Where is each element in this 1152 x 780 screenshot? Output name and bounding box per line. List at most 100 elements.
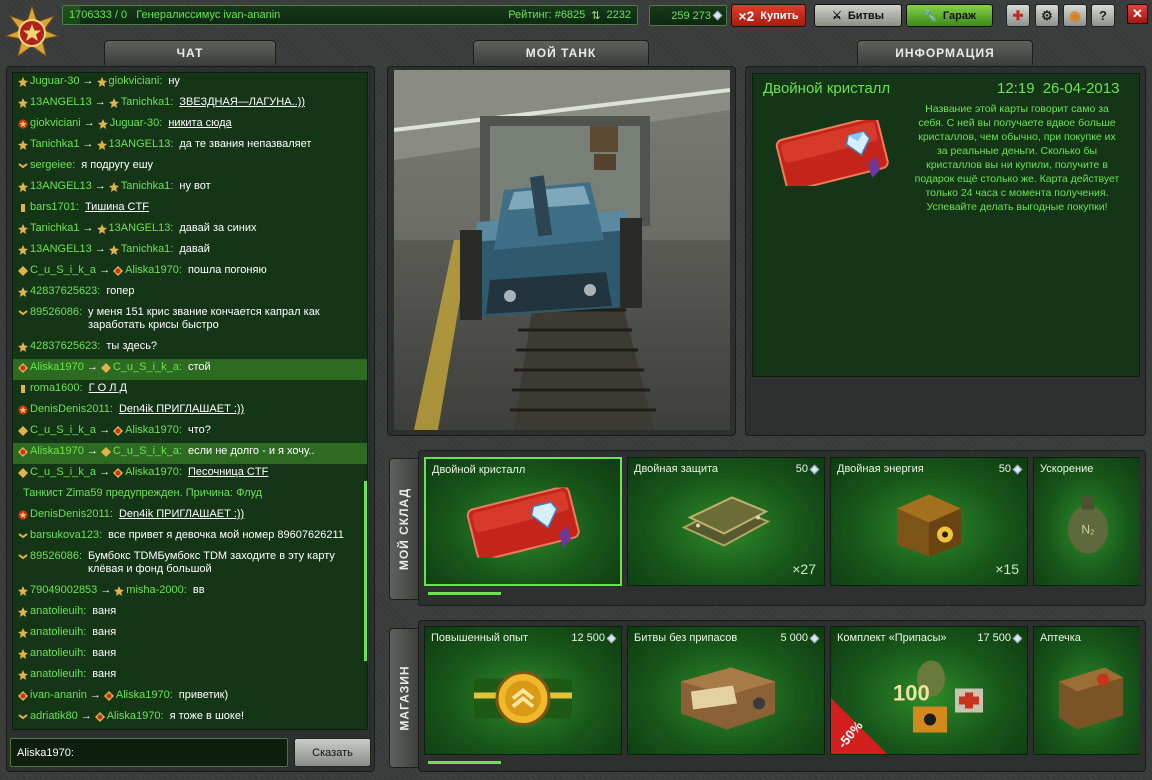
chat-sender[interactable]: Juguar-30 <box>30 75 80 88</box>
rank-icon <box>18 163 28 169</box>
chat-sender[interactable]: 42837625623 <box>30 285 97 298</box>
chat-sender[interactable]: C_u_S_i_k_a <box>30 264 96 277</box>
chat-sender[interactable]: Aliska1970 <box>30 361 84 374</box>
chat-recipient[interactable]: Tanichka1 <box>121 96 171 109</box>
garage-label: Гараж <box>942 9 976 22</box>
chat-sender[interactable]: 13ANGEL13 <box>30 180 92 193</box>
garage-button[interactable]: 🔧 Гараж <box>906 4 993 27</box>
warehouse-item-nitro[interactable]: Ускорение N₂ <box>1033 457 1140 586</box>
chat-text[interactable]: Тишина CTF <box>85 201 149 214</box>
rating-text: Рейтинг: #6825 <box>508 9 586 21</box>
chat-sender[interactable]: anatolieuih <box>30 668 83 681</box>
item-price: 5 000 <box>780 632 820 644</box>
chat-text: ты здесь? <box>106 340 158 352</box>
chat-recipient[interactable]: Aliska1970 <box>125 466 179 479</box>
chat-sender[interactable]: ivan-ananin <box>30 689 87 702</box>
arrow-right-icon: → <box>82 138 94 150</box>
medkit-icon <box>1053 652 1123 735</box>
shop-item-supplies-kit[interactable]: Комплект «Припасы» 17 500 100 -50% <box>830 626 1028 755</box>
chat-sender[interactable]: barsukova123 <box>30 529 99 542</box>
chat-sender[interactable]: anatolieuih <box>30 626 83 639</box>
shop-item-wooden-box[interactable]: Битвы без припасов 5 000 <box>627 626 825 755</box>
chat-input-value: Aliska1970: <box>17 746 74 759</box>
sound-button[interactable]: ◉ <box>1063 4 1087 27</box>
battles-button[interactable]: ⚔ Битвы <box>814 4 902 27</box>
chat-sender[interactable]: Aliska1970 <box>30 445 84 458</box>
chat-recipient[interactable]: Juguar-30 <box>110 117 160 130</box>
chat-recipient[interactable]: giokviciani <box>109 75 160 88</box>
shop-item-medkit[interactable]: Аптечка <box>1033 626 1140 755</box>
shop-scrollbar[interactable] <box>428 761 501 764</box>
chat-recipient[interactable]: C_u_S_i_k_a <box>113 361 179 374</box>
chat-sender[interactable]: 89526086 <box>30 550 79 563</box>
chat-text[interactable]: Den4ik ПРИГЛАШАЕТ :)) <box>119 403 244 416</box>
rank-icon <box>108 245 119 255</box>
chat-sender[interactable]: 89526086 <box>30 306 79 319</box>
chat-sender[interactable]: 79049002853 <box>30 584 97 597</box>
warehouse-item-energy-crate[interactable]: Двойная энергия 50 ×15 <box>830 457 1028 586</box>
buy-crystals-button[interactable]: ×2 Купить <box>731 4 806 27</box>
shop-item-xp-badge[interactable]: Повышенный опыт 12 500 <box>424 626 622 755</box>
help-button[interactable]: ? <box>1091 4 1115 27</box>
arrow-right-icon: → <box>99 424 111 436</box>
chat-recipient[interactable]: Aliska1970 <box>125 264 179 277</box>
chat-sender[interactable]: 13ANGEL13 <box>30 243 92 256</box>
send-button[interactable]: Сказать <box>294 738 371 767</box>
chat-text: давай <box>179 243 210 255</box>
chat-sender[interactable]: anatolieuih <box>30 647 83 660</box>
chat-text[interactable]: никита сюда <box>168 117 231 130</box>
chat-sender[interactable]: 42837625623 <box>30 340 97 353</box>
chat-sender[interactable]: roma1600 <box>30 382 80 395</box>
settings-button[interactable]: ⚙ <box>1035 4 1059 27</box>
wrench-icon: 🔧 <box>923 10 937 22</box>
chat-text[interactable]: Г О Л Д <box>89 382 127 395</box>
chat-message: 79049002853 → misha-2000: вв <box>13 582 367 603</box>
chat-sender[interactable]: 13ANGEL13 <box>30 96 92 109</box>
chat-sender[interactable]: giokviciani <box>30 117 81 130</box>
warehouse-item-crystal-card[interactable]: Двойной кристалл <box>424 457 622 586</box>
chat-text: стой <box>187 361 211 373</box>
chat-sender[interactable]: DenisDenis2011 <box>30 508 110 521</box>
close-button[interactable]: ✕ <box>1127 4 1148 24</box>
chat-recipient[interactable]: Aliska1970 <box>116 689 170 702</box>
rank-icon <box>18 533 28 539</box>
chat-sender[interactable]: Tanichka1 <box>30 138 80 151</box>
chat-recipient[interactable]: Aliska1970 <box>125 424 179 437</box>
chat-recipient[interactable]: C_u_S_i_k_a <box>113 445 179 458</box>
tank-garage-view[interactable] <box>394 70 730 430</box>
item-name: Комплект «Припасы» <box>837 632 947 644</box>
chat-sender[interactable]: bars1701 <box>30 201 76 214</box>
chat-message: 42837625623: гопер <box>13 283 367 304</box>
chat-recipient[interactable]: Tanichka1 <box>121 243 171 256</box>
chat-sender[interactable]: adriatik80 <box>30 710 78 723</box>
chat-sender[interactable]: C_u_S_i_k_a <box>30 466 96 479</box>
chat-recipient[interactable]: 13ANGEL13 <box>109 138 171 151</box>
chat-scrollbar[interactable] <box>364 481 367 661</box>
chat-recipient[interactable]: 13ANGEL13 <box>109 222 171 235</box>
chat-text[interactable]: Песочница CTF <box>188 466 268 479</box>
chat-message-list[interactable]: Juguar-30 → giokviciani: ну 13ANGEL13 → Tanich… <box>12 72 368 730</box>
chat-sender[interactable]: anatolieuih <box>30 605 83 618</box>
chat-text: ваня <box>92 626 117 638</box>
crystal-icon <box>809 464 820 474</box>
chat-message: 89526086: у меня 151 крис звание кончаетс… <box>13 304 367 338</box>
chat-sender[interactable]: sergeiee <box>30 159 72 172</box>
chat-sender[interactable]: C_u_S_i_k_a <box>30 424 96 437</box>
friends-button[interactable]: ✚ <box>1006 4 1030 27</box>
warehouse-scrollbar[interactable] <box>428 592 501 595</box>
chat-recipient[interactable]: misha-2000 <box>126 584 183 597</box>
tab-shop[interactable]: МАГАЗИН <box>389 628 419 768</box>
chat-text[interactable]: Den4ik ПРИГЛАШАЕТ :)) <box>119 508 244 521</box>
nitro-icon: N₂ <box>1058 488 1118 561</box>
chat-text[interactable]: ЗВЕЗДНАЯ—ЛАГУНА..)) <box>179 96 305 109</box>
chat-sender[interactable]: DenisDenis2011 <box>30 403 110 416</box>
chat-input[interactable]: Aliska1970: <box>10 738 288 767</box>
chat-recipient[interactable]: Aliska1970 <box>107 710 161 723</box>
arrow-right-icon: → <box>82 222 94 234</box>
chat-sender[interactable]: Tanichka1 <box>30 222 80 235</box>
chat-recipient[interactable]: Tanichka1 <box>121 180 171 193</box>
tab-warehouse[interactable]: МОЙ СКЛАД <box>389 458 419 600</box>
chat-message: DenisDenis2011: Den4ik ПРИГЛАШАЕТ :)) <box>13 401 367 422</box>
buy-label: Купить <box>760 9 799 22</box>
warehouse-item-armor-plates[interactable]: Двойная защита 50 ×27 <box>627 457 825 586</box>
